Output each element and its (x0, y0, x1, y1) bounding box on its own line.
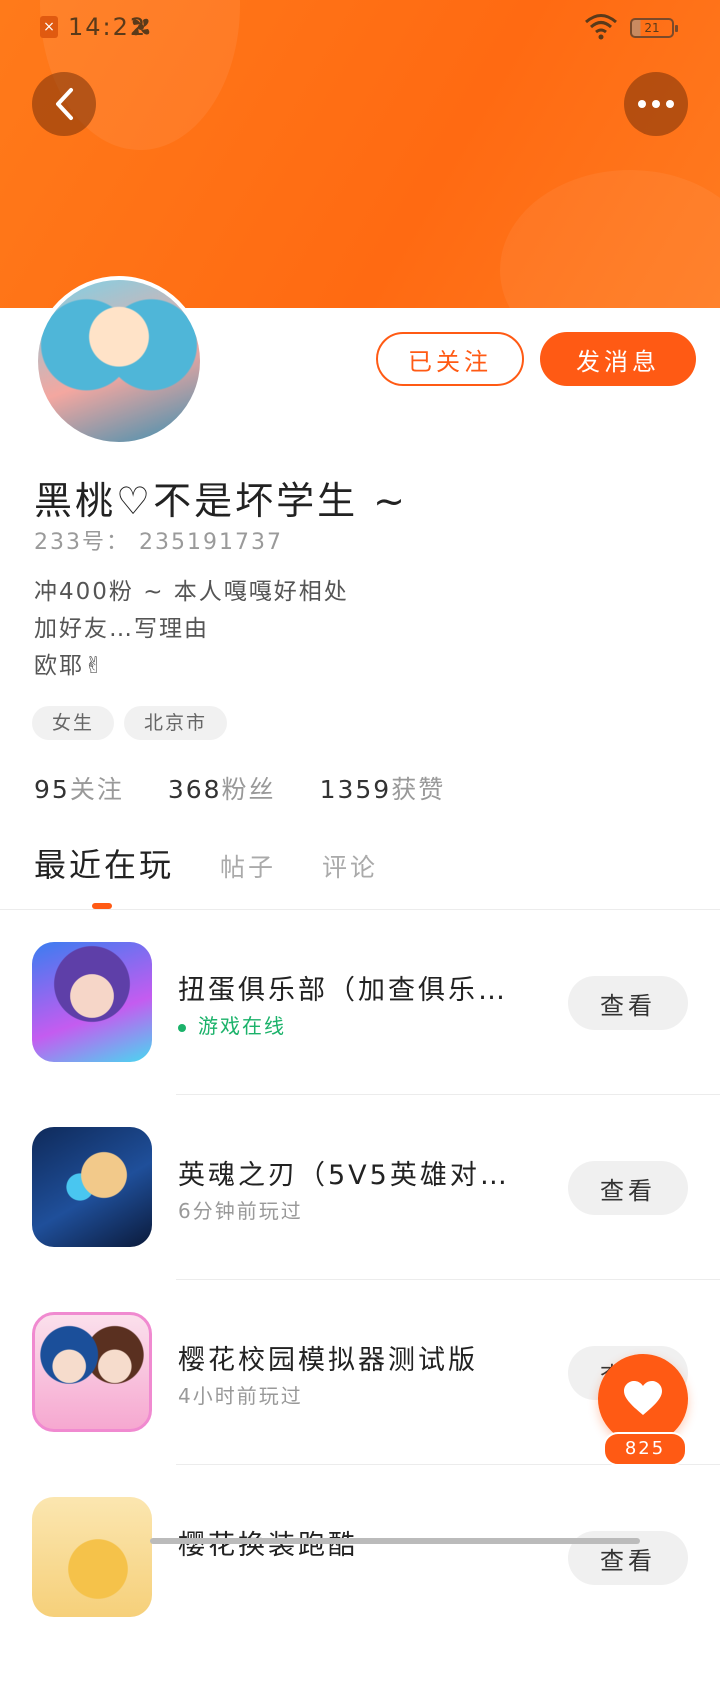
wifi-icon (585, 14, 617, 40)
divider (0, 909, 720, 910)
bio: 冲400粉 ~ 本人嘎嘎好相处 加好友…写理由 欧耶✌ (34, 574, 349, 685)
game-last-played: 4小时前玩过 (178, 1384, 303, 1408)
profile-tags: 女生 北京市 (32, 706, 228, 740)
tab-posts[interactable]: 帖子 (220, 848, 276, 884)
bio-line: 欧耶✌ (34, 653, 106, 679)
game-icon (32, 1497, 152, 1617)
followed-button[interactable]: 已关注 (376, 332, 524, 386)
chevron-left-icon (56, 88, 73, 120)
tab-recently-played[interactable]: 最近在玩 (34, 840, 174, 886)
game-icon (32, 1312, 152, 1432)
view-game-button[interactable]: 查看 (568, 1161, 688, 1215)
profile-stats: 95关注 368粉丝 1359获赞 (34, 770, 445, 806)
like-count-badge: 825 (603, 1432, 687, 1466)
notification-icon: × (40, 16, 58, 38)
more-icon (638, 100, 674, 108)
battery-indicator: 21 (630, 18, 678, 38)
game-status: 游戏在线 (178, 1010, 286, 1039)
stat-likes: 1359获赞 (320, 770, 446, 806)
online-dot-icon (178, 1023, 186, 1032)
stat-label: 关注 (69, 775, 124, 804)
game-title: 扭蛋俱乐部（加查俱乐… (178, 975, 508, 1006)
stat-label: 获赞 (391, 775, 446, 804)
banner-decoration (500, 170, 720, 308)
game-title: 英魂之刃（5V5英雄对… (178, 1160, 510, 1191)
stat-followers[interactable]: 368粉丝 (168, 770, 276, 806)
divider (176, 1279, 720, 1280)
profile-tabs: 最近在玩 帖子 评论 (34, 840, 424, 886)
stat-number: 368 (167, 775, 222, 804)
tag-gender: 女生 (32, 706, 115, 740)
stat-number: 1359 (319, 775, 392, 804)
send-message-button[interactable]: 发消息 (540, 332, 696, 386)
tab-comments[interactable]: 评论 (322, 848, 378, 884)
game-icon (32, 942, 152, 1062)
bio-line: 加好友…写理由 (34, 616, 209, 642)
fan-icon (132, 18, 150, 36)
heart-icon (624, 1381, 662, 1415)
game-list-item[interactable]: 英魂之刃（5V5英雄对… 6分钟前玩过 查看 (0, 1127, 720, 1312)
tag-location: 北京市 (124, 706, 228, 740)
stat-label: 粉丝 (221, 775, 276, 804)
view-game-button[interactable]: 查看 (568, 976, 688, 1030)
game-icon (32, 1127, 152, 1247)
game-last-played: 6分钟前玩过 (178, 1199, 303, 1223)
status-bar: × 14:22 21 (0, 0, 720, 56)
divider (176, 1094, 720, 1095)
stat-following[interactable]: 95关注 (34, 770, 124, 806)
username: 黑桃♡不是坏学生 ~ (34, 479, 408, 523)
user-id: 233号： 235191737 (34, 530, 283, 555)
home-indicator[interactable] (150, 1538, 640, 1544)
bio-line: 冲400粉 ~ 本人嘎嘎好相处 (34, 579, 349, 605)
game-list-item[interactable]: 扭蛋俱乐部（加查俱乐… 游戏在线 查看 (0, 942, 720, 1127)
game-status-text: 游戏在线 (198, 1014, 286, 1038)
game-title: 樱花校园模拟器测试版 (178, 1345, 478, 1376)
avatar[interactable] (34, 276, 204, 446)
back-button[interactable] (32, 72, 96, 136)
like-button[interactable] (598, 1354, 688, 1444)
more-options-button[interactable] (624, 72, 688, 136)
stat-number: 95 (34, 775, 70, 804)
avatar-image (38, 280, 200, 442)
game-list-item[interactable]: 樱花换装跑酷 查看 (0, 1497, 720, 1682)
